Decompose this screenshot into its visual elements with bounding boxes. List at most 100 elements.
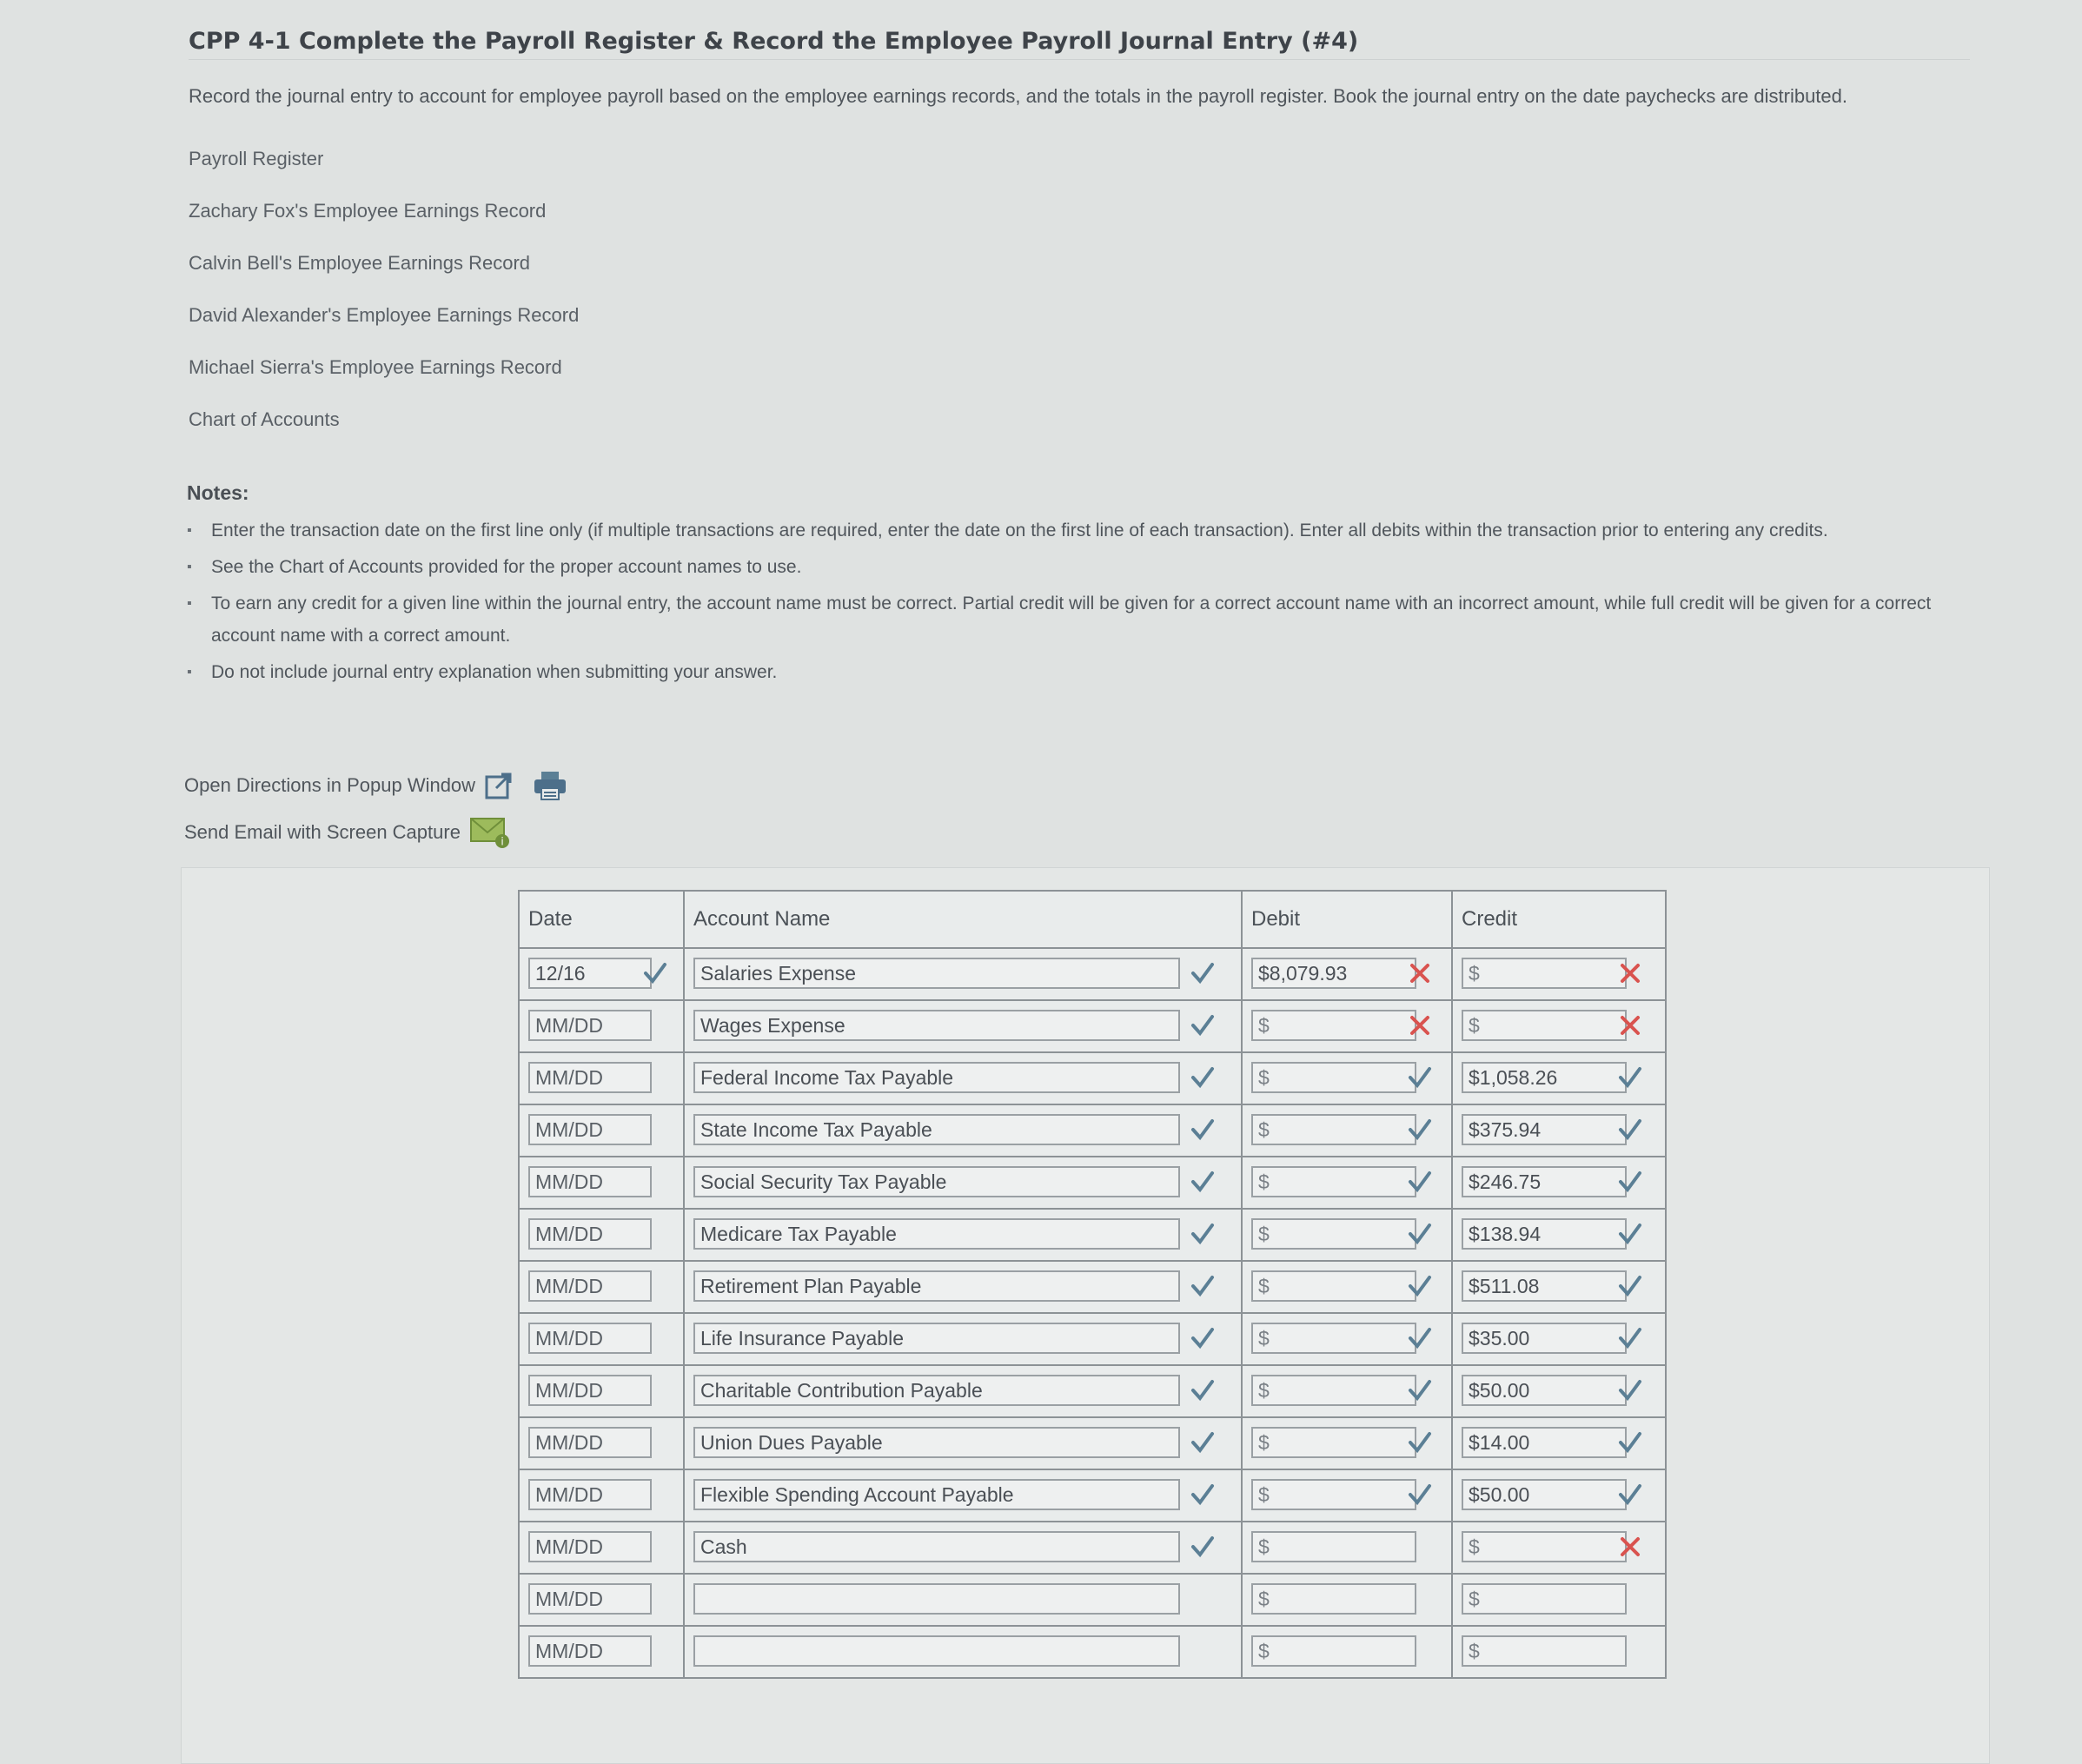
- link-michael-sierra-record[interactable]: Michael Sierra's Employee Earnings Recor…: [189, 355, 579, 407]
- link-payroll-register[interactable]: Payroll Register: [189, 146, 579, 198]
- debit-input[interactable]: $: [1251, 1427, 1416, 1458]
- title-divider: [189, 59, 1970, 60]
- account-name-select[interactable]: Flexible Spending Account Payable: [693, 1479, 1180, 1510]
- date-input[interactable]: MM/DD: [528, 1114, 652, 1145]
- credit-cell: $: [1451, 947, 1667, 1001]
- debit-input[interactable]: $: [1251, 1375, 1416, 1406]
- date-input[interactable]: MM/DD: [528, 1531, 652, 1562]
- credit-input[interactable]: $14.00: [1462, 1427, 1627, 1458]
- credit-input[interactable]: $35.00: [1462, 1323, 1627, 1354]
- debit-cell: $: [1241, 1521, 1453, 1575]
- credit-input[interactable]: $1,058.26: [1462, 1062, 1627, 1093]
- account-name-select[interactable]: Retirement Plan Payable: [693, 1270, 1180, 1302]
- date-input[interactable]: MM/DD: [528, 1479, 652, 1510]
- date-cell: MM/DD: [518, 1416, 685, 1470]
- account-name-select[interactable]: Social Security Tax Payable: [693, 1166, 1180, 1197]
- credit-input[interactable]: $138.94: [1462, 1218, 1627, 1250]
- journal-row: MM/DD $ $: [518, 1625, 1667, 1679]
- date-input[interactable]: MM/DD: [528, 1635, 652, 1667]
- date-input[interactable]: 12/16: [528, 958, 652, 989]
- link-chart-of-accounts[interactable]: Chart of Accounts: [189, 407, 579, 459]
- account-name-select[interactable]: Charitable Contribution Payable: [693, 1375, 1180, 1406]
- journal-row: MM/DD Wages Expense $ $: [518, 999, 1667, 1053]
- debit-input[interactable]: $: [1251, 1270, 1416, 1302]
- account-name-select[interactable]: State Income Tax Payable: [693, 1114, 1180, 1145]
- checkmark-icon: [1409, 1067, 1431, 1089]
- date-input[interactable]: MM/DD: [528, 1166, 652, 1197]
- date-input[interactable]: MM/DD: [528, 1427, 652, 1458]
- debit-cell: $: [1241, 1156, 1453, 1210]
- header-credit: Credit: [1451, 890, 1667, 949]
- date-input[interactable]: MM/DD: [528, 1323, 652, 1354]
- checkmark-icon: [1619, 1484, 1641, 1506]
- debit-input[interactable]: $: [1251, 1531, 1416, 1562]
- account-name-select[interactable]: [693, 1635, 1180, 1667]
- account-name-select[interactable]: Wages Expense: [693, 1010, 1180, 1041]
- credit-input[interactable]: $: [1462, 1010, 1627, 1041]
- date-input[interactable]: MM/DD: [528, 1218, 652, 1250]
- credit-cell: $246.75: [1451, 1156, 1667, 1210]
- header-account-name: Account Name: [683, 890, 1243, 949]
- account-name-select[interactable]: Cash: [693, 1531, 1180, 1562]
- credit-input[interactable]: $246.75: [1462, 1166, 1627, 1197]
- debit-input[interactable]: $: [1251, 1635, 1416, 1667]
- date-input[interactable]: MM/DD: [528, 1062, 652, 1093]
- debit-input[interactable]: $: [1251, 1166, 1416, 1197]
- debit-input[interactable]: $: [1251, 1583, 1416, 1615]
- account-name-select[interactable]: Salaries Expense: [693, 958, 1180, 989]
- journal-row: MM/DD Flexible Spending Account Payable $ $…: [518, 1469, 1667, 1522]
- debit-input[interactable]: $: [1251, 1479, 1416, 1510]
- debit-input[interactable]: $: [1251, 1010, 1416, 1041]
- credit-cell: $: [1451, 1521, 1667, 1575]
- debit-input[interactable]: $: [1251, 1062, 1416, 1093]
- date-input[interactable]: MM/DD: [528, 1270, 652, 1302]
- popup-directions-link[interactable]: Open Directions in Popup Window: [184, 774, 475, 797]
- email-capture-link[interactable]: Send Email with Screen Capture: [184, 821, 461, 844]
- account-cell: Union Dues Payable: [683, 1416, 1243, 1470]
- account-name-select[interactable]: Federal Income Tax Payable: [693, 1062, 1180, 1093]
- date-cell: MM/DD: [518, 1104, 685, 1157]
- credit-input[interactable]: $: [1462, 1635, 1627, 1667]
- account-cell: Cash: [683, 1521, 1243, 1575]
- account-name-select[interactable]: Medicare Tax Payable: [693, 1218, 1180, 1250]
- credit-input[interactable]: $: [1462, 1583, 1627, 1615]
- checkmark-icon: [1191, 1536, 1214, 1558]
- date-input[interactable]: MM/DD: [528, 1010, 652, 1041]
- external-link-icon[interactable]: [484, 771, 514, 800]
- date-input[interactable]: MM/DD: [528, 1375, 652, 1406]
- credit-input[interactable]: $: [1462, 1531, 1627, 1562]
- account-name-select[interactable]: [693, 1583, 1180, 1615]
- popup-directions-row[interactable]: Open Directions in Popup Window: [184, 770, 567, 801]
- email-capture-row[interactable]: Send Email with Screen Capture i: [184, 815, 511, 850]
- debit-input[interactable]: $8,079.93: [1251, 958, 1416, 989]
- printer-icon[interactable]: [533, 770, 567, 801]
- link-zachary-fox-record[interactable]: Zachary Fox's Employee Earnings Record: [189, 198, 579, 250]
- journal-row: MM/DD Social Security Tax Payable $ $246.75: [518, 1156, 1667, 1210]
- journal-row: MM/DD Union Dues Payable $ $14.00: [518, 1416, 1667, 1470]
- date-input[interactable]: MM/DD: [528, 1583, 652, 1615]
- account-cell: Charitable Contribution Payable: [683, 1364, 1243, 1418]
- credit-input[interactable]: $511.08: [1462, 1270, 1627, 1302]
- debit-input[interactable]: $: [1251, 1218, 1416, 1250]
- debit-input[interactable]: $: [1251, 1114, 1416, 1145]
- account-cell: Federal Income Tax Payable: [683, 1051, 1243, 1105]
- x-mark-icon: [1410, 1016, 1429, 1035]
- checkmark-icon: [1409, 1432, 1431, 1454]
- email-screen-capture-icon[interactable]: i: [469, 815, 511, 850]
- checkmark-icon: [1409, 1171, 1431, 1193]
- credit-input[interactable]: $: [1462, 958, 1627, 989]
- journal-row: MM/DD Life Insurance Payable $ $35.00: [518, 1312, 1667, 1366]
- debit-cell: $: [1241, 1051, 1453, 1105]
- account-name-select[interactable]: Union Dues Payable: [693, 1427, 1180, 1458]
- journal-row: MM/DD Retirement Plan Payable $ $511.08: [518, 1260, 1667, 1314]
- account-name-select[interactable]: Life Insurance Payable: [693, 1323, 1180, 1354]
- link-calvin-bell-record[interactable]: Calvin Bell's Employee Earnings Record: [189, 250, 579, 302]
- debit-input[interactable]: $: [1251, 1323, 1416, 1354]
- link-david-alexander-record[interactable]: David Alexander's Employee Earnings Reco…: [189, 302, 579, 355]
- credit-input[interactable]: $50.00: [1462, 1479, 1627, 1510]
- credit-input[interactable]: $375.94: [1462, 1114, 1627, 1145]
- checkmark-icon: [1191, 1380, 1214, 1402]
- checkmark-icon: [1619, 1432, 1641, 1454]
- checkmark-icon: [644, 963, 666, 985]
- credit-input[interactable]: $50.00: [1462, 1375, 1627, 1406]
